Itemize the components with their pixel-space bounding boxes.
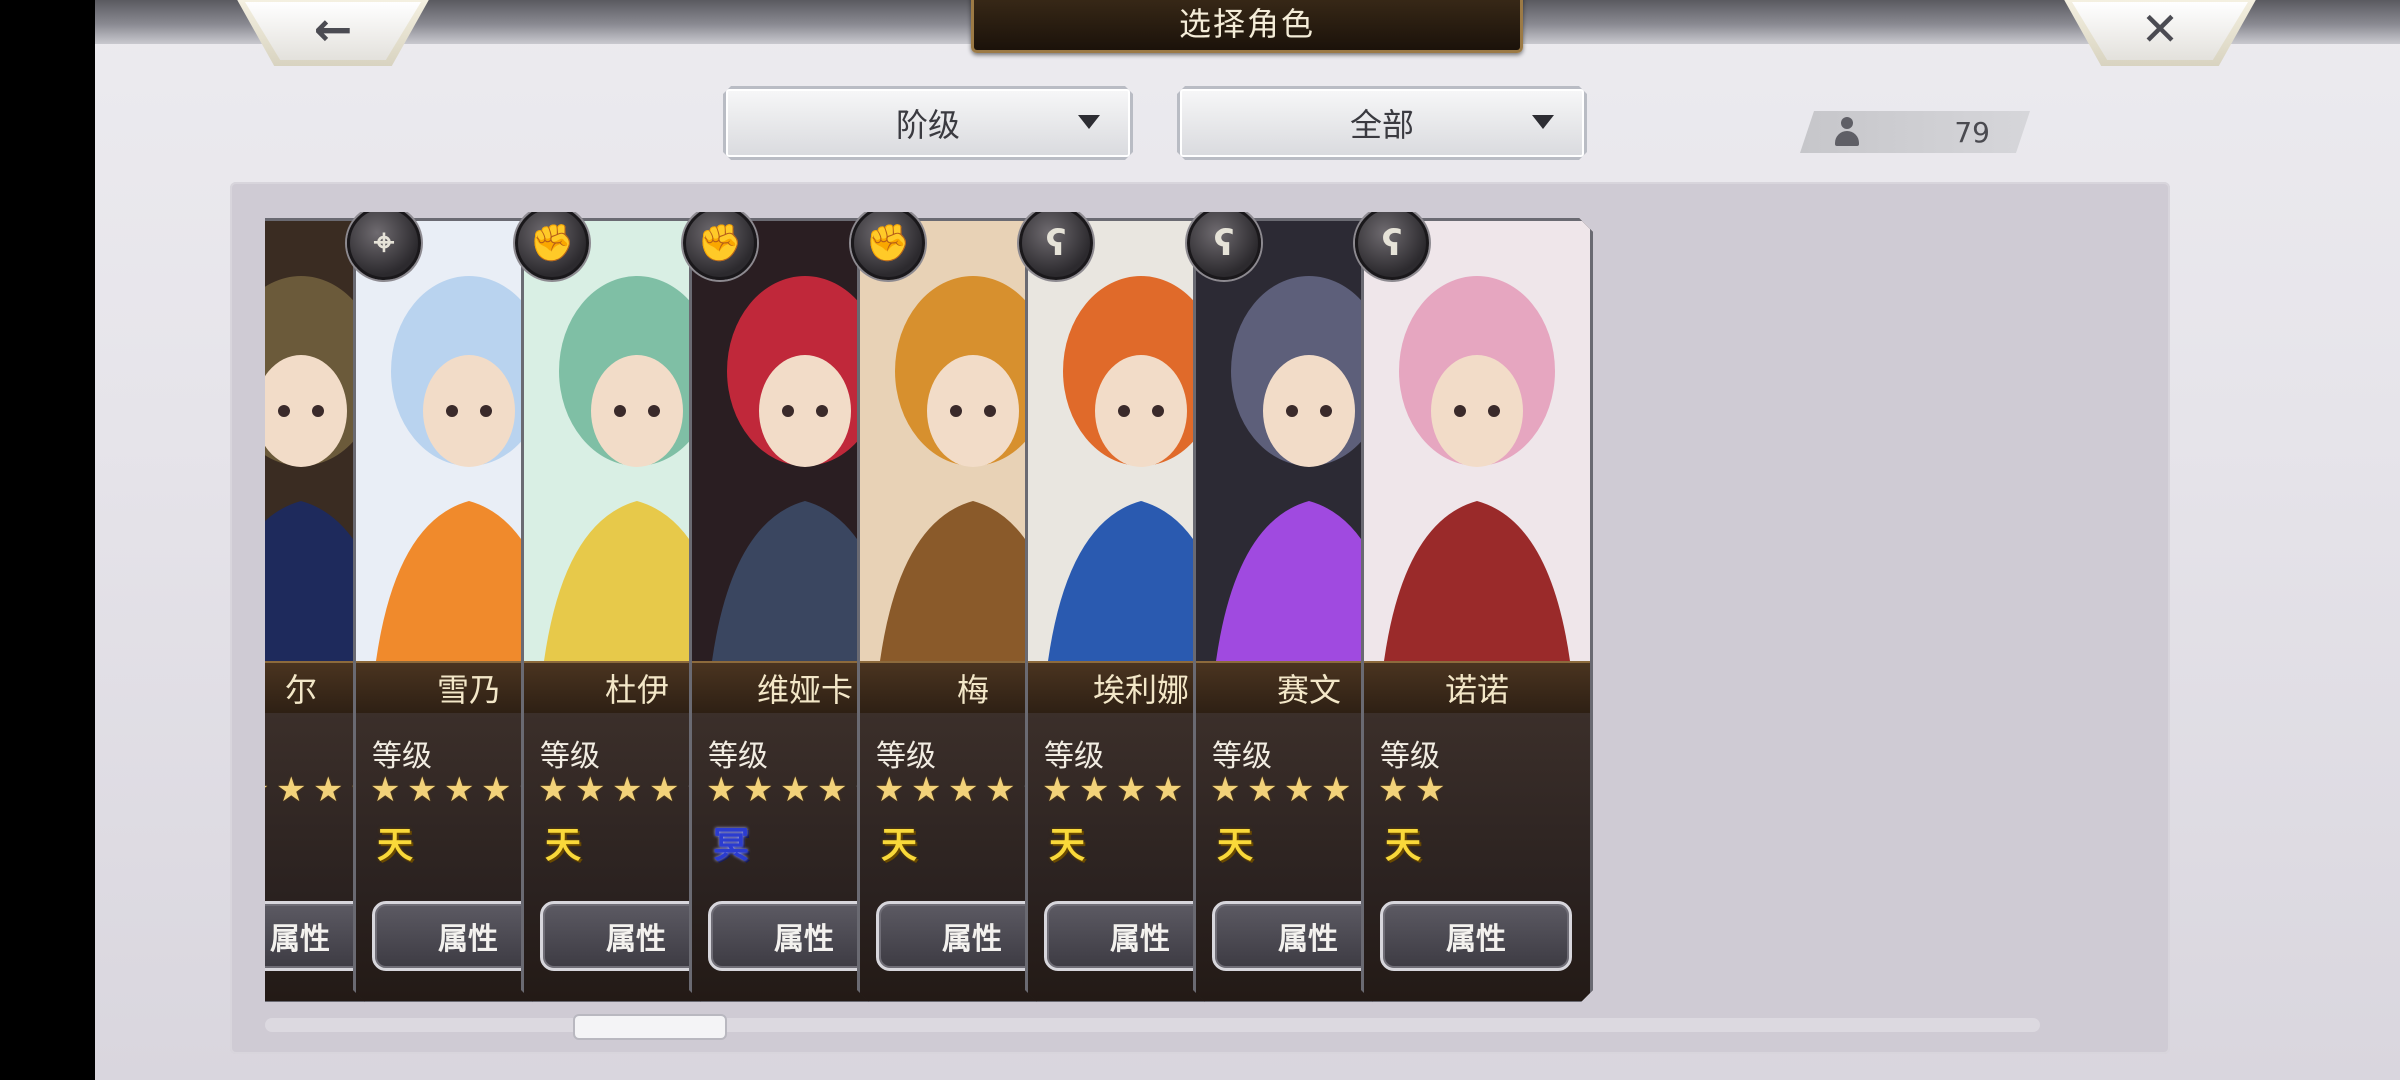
class-filter-label: 阶级 bbox=[895, 106, 960, 144]
attribute-button-label: 属性 bbox=[1446, 922, 1506, 957]
star-icon: ★ bbox=[313, 770, 344, 810]
star-icon: ★ bbox=[1042, 770, 1073, 810]
tier-badge: 天 bbox=[1216, 825, 1253, 866]
star-icon: ★ bbox=[649, 770, 680, 810]
star-icon: ★ bbox=[370, 770, 401, 810]
attribute-button-label: 属性 bbox=[270, 922, 330, 957]
star-icon: ★ bbox=[706, 770, 737, 810]
character-name: 维娅卡 bbox=[756, 671, 853, 709]
tier-badge: 天 bbox=[1048, 825, 1085, 866]
back-arrow-icon: ← bbox=[313, 2, 353, 56]
back-button[interactable]: ← bbox=[235, 0, 431, 66]
close-icon: ✕ bbox=[2140, 2, 2180, 56]
level-label: 等级 bbox=[372, 739, 432, 774]
page-title: 选择角色 bbox=[1178, 5, 1315, 43]
star-icon: ★ bbox=[612, 770, 643, 810]
character-name: 埃利娜 bbox=[1092, 671, 1189, 709]
level-label: 等级 bbox=[1380, 739, 1440, 774]
class-filter-dropdown[interactable]: 阶级 bbox=[723, 86, 1133, 160]
character-portrait bbox=[1364, 221, 1590, 661]
character-count-badge: 79 bbox=[1800, 111, 2030, 153]
character-name: 诺诺 bbox=[1444, 671, 1509, 709]
star-icon: ★ bbox=[1210, 770, 1241, 810]
attribute-button-label: 属性 bbox=[774, 922, 834, 957]
category-filter-dropdown[interactable]: 全部 bbox=[1177, 86, 1587, 160]
star-icon: ★ bbox=[743, 770, 774, 810]
character-name: 赛文 bbox=[1276, 671, 1341, 709]
tier-badge: 天 bbox=[1384, 825, 1421, 866]
character-name: 尔 bbox=[284, 671, 317, 709]
star-icon: ★ bbox=[1247, 770, 1278, 810]
character-card[interactable]: 诺诺 等级 ★ ★ 天 属性 bbox=[1361, 218, 1593, 1002]
star-icon: ★ bbox=[575, 770, 606, 810]
character-info: 等级 ★ ★ 天 属性 bbox=[1364, 713, 1590, 1001]
attribute-button-label: 属性 bbox=[1110, 922, 1170, 957]
chevron-down-icon bbox=[1532, 115, 1554, 129]
star-icon: ★ bbox=[538, 770, 569, 810]
tier-badge: 天 bbox=[880, 825, 917, 866]
star-icon: ★ bbox=[1079, 770, 1110, 810]
attribute-button[interactable]: 属性 bbox=[1380, 901, 1572, 971]
level-label: 等级 bbox=[540, 739, 600, 774]
chevron-down-icon bbox=[1078, 115, 1100, 129]
star-icon: ★ bbox=[911, 770, 942, 810]
character-name-band: 诺诺 bbox=[1364, 661, 1590, 715]
star-rating: ★ ★ bbox=[1378, 773, 1449, 807]
star-icon: ★ bbox=[780, 770, 811, 810]
character-name: 杜伊 bbox=[604, 671, 669, 709]
star-icon: ★ bbox=[1116, 770, 1147, 810]
star-icon: ★ bbox=[1415, 770, 1446, 810]
tier-badge: 天 bbox=[376, 825, 413, 866]
star-icon: ★ bbox=[874, 770, 905, 810]
character-count: 79 bbox=[1954, 116, 1990, 149]
attribute-button-label: 属性 bbox=[942, 922, 1002, 957]
star-rating: ★ ★ ★ ★ bbox=[1042, 773, 1187, 807]
star-rating: ★ ★ ★ ★ bbox=[1210, 773, 1355, 807]
character-name: 梅 bbox=[956, 671, 989, 709]
star-icon: ★ bbox=[948, 770, 979, 810]
star-icon: ★ bbox=[481, 770, 512, 810]
level-label: 等级 bbox=[1044, 739, 1104, 774]
star-icon: ★ bbox=[1321, 770, 1352, 810]
star-icon: ★ bbox=[265, 773, 273, 807]
star-icon: ★ bbox=[985, 770, 1016, 810]
level-label: 等级 bbox=[1212, 739, 1272, 774]
character-name: 雪乃 bbox=[436, 671, 501, 709]
user-icon bbox=[1832, 117, 1862, 147]
character-carousel[interactable]: 尔 等级 1 ★★★★★ 天 10 属性 雪乃 等级 bbox=[265, 212, 2135, 1002]
star-icon: ★ bbox=[276, 770, 307, 810]
star-icon: ★ bbox=[1284, 770, 1315, 810]
tier-badge: 冥 bbox=[712, 825, 749, 866]
page-title-plate: 选择角色 bbox=[971, 0, 1523, 53]
star-icon: ★ bbox=[1153, 770, 1184, 810]
star-icon: ★ bbox=[444, 770, 475, 810]
star-icon: ★ bbox=[817, 770, 848, 810]
category-filter-label: 全部 bbox=[1349, 106, 1414, 144]
star-icon: ★ bbox=[407, 770, 438, 810]
star-icon: ★ bbox=[1378, 770, 1409, 810]
tier-badge: 天 bbox=[544, 825, 581, 866]
attribute-button-label: 属性 bbox=[606, 922, 666, 957]
level-label: 等级 bbox=[876, 739, 936, 774]
attribute-button-label: 属性 bbox=[1278, 922, 1338, 957]
attribute-button-label: 属性 bbox=[438, 922, 498, 957]
close-button[interactable]: ✕ bbox=[2062, 0, 2258, 66]
scrollbar-thumb[interactable] bbox=[573, 1014, 727, 1040]
level-label: 等级 bbox=[708, 739, 768, 774]
scrollbar-track[interactable] bbox=[265, 1018, 2040, 1032]
